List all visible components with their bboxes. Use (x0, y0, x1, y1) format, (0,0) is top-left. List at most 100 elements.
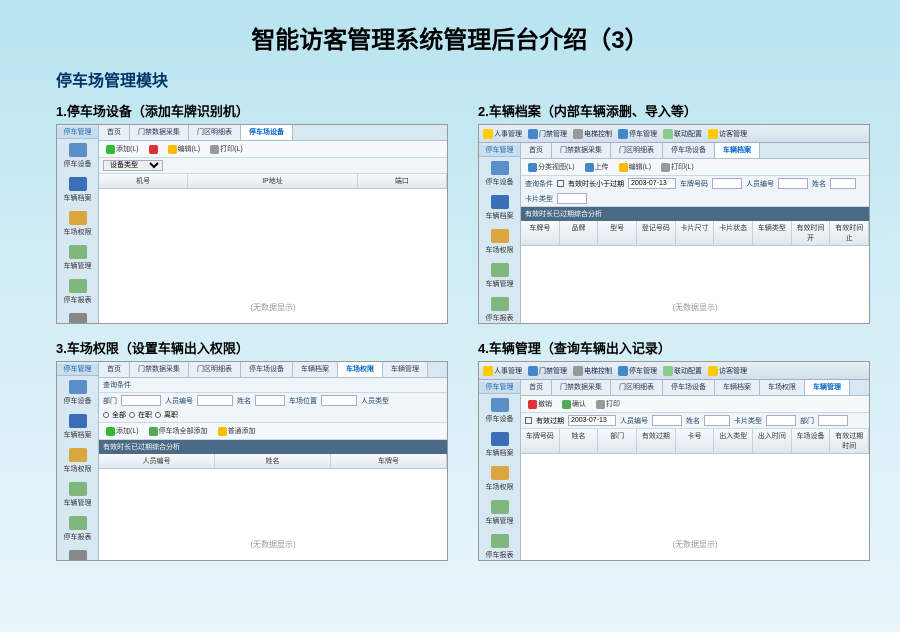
menu-park[interactable]: 停车管理 (618, 129, 657, 139)
tab-doorlist[interactable]: 门区明细表 (611, 143, 663, 158)
plate-input[interactable] (712, 178, 742, 189)
name-input[interactable] (255, 395, 285, 406)
add-button[interactable]: 添加(L) (103, 143, 142, 155)
emp-input[interactable] (778, 178, 808, 189)
menu-link[interactable]: 联动配置 (663, 366, 702, 376)
print-button[interactable]: 打印 (593, 398, 623, 410)
tab-parkdevice[interactable]: 停车场设备 (663, 380, 715, 395)
tab-doorlist[interactable]: 门区明细表 (189, 362, 241, 377)
menu-visit[interactable]: 访客管理 (708, 366, 747, 376)
name-input[interactable] (704, 415, 730, 426)
edit-button[interactable]: 编辑(L) (165, 143, 204, 155)
tab-home[interactable]: 首页 (521, 143, 552, 158)
print-button[interactable]: 打印(L) (207, 143, 246, 155)
sidebar-item-report[interactable]: 停车报表 (57, 275, 98, 309)
sidebar-item-manage[interactable]: 车辆管理 (479, 259, 520, 293)
tab-doordata[interactable]: 门禁数据采集 (130, 362, 189, 377)
tab-parkdevice[interactable]: 停车场设备 (241, 362, 293, 377)
no-data-text: (无数据显示) (672, 539, 717, 550)
date-input[interactable] (628, 178, 676, 189)
date-input[interactable] (568, 415, 616, 426)
addall-button[interactable]: 停车场全部添加 (146, 425, 211, 437)
sidebar-item-device[interactable]: 停车设备 (479, 394, 520, 428)
view-button[interactable]: 分类视图(L) (525, 161, 578, 173)
emp-input[interactable] (652, 415, 682, 426)
tab-archive[interactable]: 车辆档案 (715, 143, 760, 158)
sidebar-item-manage[interactable]: 车辆管理 (57, 241, 98, 275)
sidebar-item-device[interactable]: 停车设备 (57, 139, 98, 173)
radio-all[interactable] (103, 412, 109, 418)
tab-doorlist[interactable]: 门区明细表 (189, 125, 241, 140)
toolbar: 撤销 确认 打印 (521, 396, 869, 413)
menu-door[interactable]: 门禁管理 (528, 366, 567, 376)
lot-input[interactable] (321, 395, 357, 406)
cardtype-input[interactable] (557, 193, 587, 204)
edit-button[interactable]: 编辑(L) (616, 161, 655, 173)
tab-doordata[interactable]: 门禁数据采集 (552, 380, 611, 395)
tab-home[interactable]: 首页 (99, 125, 130, 140)
menu-park[interactable]: 停车管理 (618, 366, 657, 376)
emp-input[interactable] (197, 395, 233, 406)
tab-archive[interactable]: 车辆档案 (715, 380, 760, 395)
menu-link[interactable]: 联动配置 (663, 129, 702, 139)
sidebar-item-auth[interactable]: 车场权限 (57, 207, 98, 241)
tab-manage[interactable]: 车辆管理 (383, 362, 428, 377)
sidebar-item-device[interactable]: 停车设备 (479, 157, 520, 191)
dept-input[interactable] (121, 395, 161, 406)
tab-archive[interactable]: 车辆档案 (293, 362, 338, 377)
sidebar-item-auth[interactable]: 车场权限 (57, 444, 98, 478)
tabs: 首页 门禁数据采集 门区明细表 停车场设备 车辆档案 车场权限 车辆管理 (521, 380, 869, 396)
confirm-button[interactable]: 确认 (559, 398, 589, 410)
device-type-select[interactable]: 设备类型 (103, 160, 163, 171)
tab-home[interactable]: 首页 (99, 362, 130, 377)
sidebar-item-auth[interactable]: 车场权限 (479, 462, 520, 496)
radio-out[interactable] (155, 412, 161, 418)
cardtype-input[interactable] (766, 415, 796, 426)
sidebar-item-archive[interactable]: 车辆档案 (57, 173, 98, 207)
menu-hr[interactable]: 人事管理 (483, 129, 522, 139)
menu-visit[interactable]: 访客管理 (708, 129, 747, 139)
sidebar-item-archive[interactable]: 车辆档案 (57, 410, 98, 444)
upload-button[interactable]: 上传 (582, 161, 612, 173)
delete-button[interactable] (146, 144, 161, 155)
doc-icon (491, 229, 509, 243)
sidebar-item-archive[interactable]: 车辆档案 (479, 191, 520, 225)
menu-elev[interactable]: 电梯控制 (573, 129, 612, 139)
print-button[interactable]: 打印(L) (658, 161, 697, 173)
sidebar-item-report[interactable]: 停车报表 (479, 293, 520, 323)
tab-parkdevice[interactable]: 停车场设备 (241, 125, 293, 140)
tab-doordata[interactable]: 门禁数据采集 (552, 143, 611, 158)
sidebar-item-archive[interactable]: 车辆档案 (479, 428, 520, 462)
doc-icon (69, 448, 87, 462)
sidebar-item-config[interactable]: 停车配置 (57, 546, 98, 560)
dept-input[interactable] (818, 415, 848, 426)
tab-parkdevice[interactable]: 停车场设备 (663, 143, 715, 158)
tab-doordata[interactable]: 门禁数据采集 (130, 125, 189, 140)
name-input[interactable] (830, 178, 856, 189)
visitor-icon (708, 129, 718, 139)
sidebar-item-report[interactable]: 停车报表 (479, 530, 520, 560)
expire-checkbox[interactable] (557, 180, 564, 187)
sidebar-item-device[interactable]: 停车设备 (57, 376, 98, 410)
sidebar-item-manage[interactable]: 车辆管理 (479, 496, 520, 530)
tab-auth[interactable]: 车场权限 (338, 362, 383, 377)
undo-button[interactable]: 撤销 (525, 398, 555, 410)
menu-elev[interactable]: 电梯控制 (573, 366, 612, 376)
search-bar: 有效过期 人员编号 姓名 卡片类型 部门 (521, 413, 869, 429)
tab-manage[interactable]: 车辆管理 (805, 380, 850, 395)
col-7: 有效时间开 (792, 221, 831, 245)
sidebar-item-manage[interactable]: 车辆管理 (57, 478, 98, 512)
screenshot-3: 停车管理 停车设备 车辆档案 车场权限 车辆管理 停车报表 停车配置 首页 门禁… (56, 361, 448, 561)
expire-checkbox[interactable] (525, 417, 532, 424)
sidebar-item-report[interactable]: 停车报表 (57, 512, 98, 546)
tab-home[interactable]: 首页 (521, 380, 552, 395)
add-button[interactable]: 添加(L) (103, 425, 142, 437)
tab-doorlist[interactable]: 门区明细表 (611, 380, 663, 395)
menu-hr[interactable]: 人事管理 (483, 366, 522, 376)
sidebar-item-auth[interactable]: 车场权限 (479, 225, 520, 259)
common-add-button[interactable]: 普通添加 (215, 425, 259, 437)
tab-auth[interactable]: 车场权限 (760, 380, 805, 395)
sidebar-item-config[interactable]: 停车配置 (57, 309, 98, 323)
radio-in[interactable] (129, 412, 135, 418)
menu-door[interactable]: 门禁管理 (528, 129, 567, 139)
